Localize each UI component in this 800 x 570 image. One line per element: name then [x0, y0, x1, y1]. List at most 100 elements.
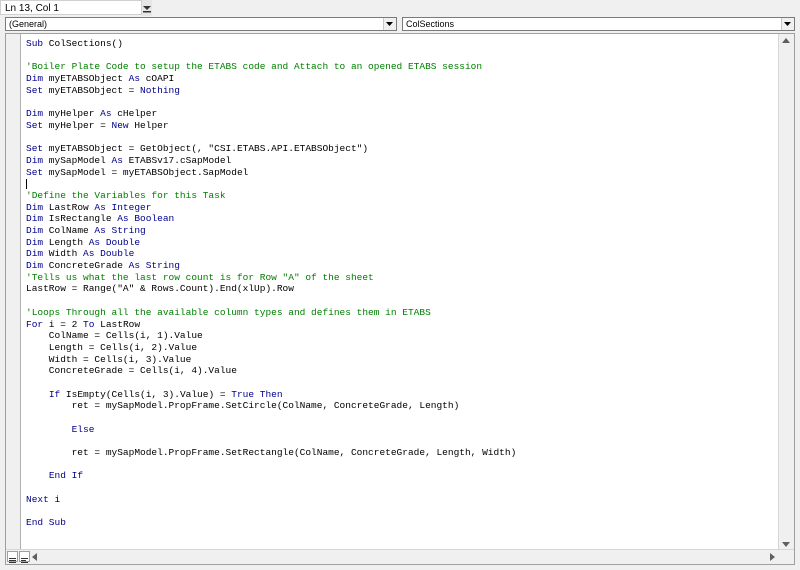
keyword-token: True Then [231, 388, 283, 400]
object-dropdown-arrow[interactable] [383, 18, 396, 30]
horizontal-scrollbar[interactable] [6, 549, 794, 564]
code-line[interactable]: Dim mySapModel As ETABSv17.cSapModel [26, 155, 781, 167]
code-line[interactable]: End Sub [26, 517, 781, 529]
code-line[interactable] [26, 459, 781, 471]
code-line[interactable]: 'Loops Through all the available column … [26, 307, 781, 319]
chevron-down-icon [386, 22, 393, 26]
procedure-dropdown-arrow[interactable] [781, 18, 794, 30]
code-line[interactable]: ColName = Cells(i, 1).Value [26, 330, 781, 342]
keyword-token: Dim [26, 108, 44, 120]
code-line[interactable]: Set myHelper = New Helper [26, 120, 781, 132]
code-token: ColName = Cells(i, 1).Value [26, 330, 203, 342]
code-line[interactable]: Dim ConcreteGrade As String [26, 260, 781, 272]
code-line[interactable]: Length = Cells(i, 2).Value [26, 342, 781, 354]
code-line[interactable]: 'Define the Variables for this Task [26, 190, 781, 202]
code-line[interactable]: Dim Width As Double [26, 248, 781, 260]
code-token: Length [43, 236, 89, 248]
code-token: ConcreteGrade = Cells(i, 4).Value [26, 365, 237, 377]
code-line[interactable]: End If [26, 470, 781, 482]
keyword-token: As Integer [94, 201, 152, 213]
chevron-down-icon [143, 6, 151, 13]
code-line[interactable] [26, 412, 781, 424]
code-token: ETABSv17.cSapModel [122, 154, 232, 166]
procedure-dropdown[interactable]: ColSections [402, 17, 795, 31]
code-line[interactable] [26, 506, 781, 518]
code-token: myETABSObject [43, 73, 129, 85]
code-token: ConcreteGrade [43, 260, 129, 272]
code-line[interactable]: Dim myETABSObject As cOAPI [26, 73, 781, 85]
code-token: Width [43, 248, 84, 260]
keyword-token: End Sub [26, 517, 66, 529]
code-token: ColSections() [43, 38, 123, 49]
code-line[interactable]: 'Boiler Plate Code to setup the ETABS co… [26, 61, 781, 73]
code-token: i = 2 [43, 318, 84, 330]
object-dropdown[interactable]: (General) [5, 17, 397, 31]
status-dropdown-button[interactable] [142, 0, 152, 16]
code-pane[interactable]: Sub ColSections() 'Boiler Plate Code to s… [26, 38, 781, 550]
code-line[interactable]: Dim LastRow As Integer [26, 202, 781, 214]
code-token: Helper [128, 119, 169, 131]
code-token: LastRow [94, 318, 141, 330]
code-token: ret = mySapModel.PropFrame.SetCircle(Col… [26, 400, 460, 412]
code-line[interactable]: ret = mySapModel.PropFrame.SetRectangle(… [26, 447, 781, 459]
keyword-token: Dim [26, 201, 44, 213]
code-line[interactable]: Else [26, 424, 781, 436]
code-line[interactable]: If IsEmpty(Cells(i, 3).Value) = True The… [26, 389, 781, 401]
code-line[interactable] [26, 295, 781, 307]
keyword-token: Dim [26, 225, 44, 236]
code-token: myHelper = [43, 119, 112, 131]
code-line[interactable]: LastRow = Range("A" & Rows.Count).End(xl… [26, 283, 781, 295]
code-line[interactable] [26, 482, 781, 494]
code-line[interactable]: Dim IsRectangle As Boolean [26, 213, 781, 225]
code-line[interactable] [26, 96, 781, 108]
code-line[interactable] [26, 435, 781, 447]
comment-token: 'Boiler Plate Code to setup the ETABS co… [26, 61, 483, 73]
code-line[interactable]: Sub ColSections() [26, 38, 781, 50]
margin-indicator-bar[interactable] [6, 34, 21, 552]
code-line[interactable]: For i = 2 To LastRow [26, 319, 781, 331]
scroll-left-icon[interactable] [32, 553, 37, 561]
code-token: cOAPI [140, 73, 175, 85]
text-cursor [26, 178, 27, 189]
scroll-up-icon[interactable] [782, 38, 790, 43]
chevron-down-icon [784, 22, 791, 26]
code-line[interactable] [26, 50, 781, 62]
full-module-view-icon [21, 558, 28, 563]
code-line[interactable]: ret = mySapModel.PropFrame.SetCircle(Col… [26, 400, 781, 412]
keyword-token: Dim [26, 154, 44, 166]
code-line[interactable]: Set myETABSObject = GetObject(, "CSI.ETA… [26, 143, 781, 155]
keyword-token: Dim [26, 213, 44, 225]
procedure-view-button[interactable] [7, 551, 18, 563]
scroll-down-icon[interactable] [782, 542, 790, 547]
code-line[interactable]: 'Tells us what the last row count is for… [26, 272, 781, 284]
code-token: myETABSObject = [43, 84, 141, 96]
code-token: ColName [43, 225, 95, 236]
code-line[interactable]: ConcreteGrade = Cells(i, 4).Value [26, 365, 781, 377]
code-line[interactable]: Dim ColName As String [26, 225, 781, 237]
code-line[interactable]: Set myETABSObject = Nothing [26, 85, 781, 97]
comment-token: 'Tells us what the last row count is for… [26, 271, 374, 283]
keyword-token: Nothing [140, 84, 180, 96]
code-token: mySapModel = myETABSObject.SapModel [43, 166, 249, 178]
vertical-scrollbar[interactable] [778, 34, 794, 551]
keyword-token: As Double [88, 236, 141, 248]
keyword-token: Set [26, 166, 44, 178]
code-line[interactable]: Width = Cells(i, 3).Value [26, 354, 781, 366]
code-line[interactable] [26, 132, 781, 144]
code-line[interactable] [26, 377, 781, 389]
code-editor: Sub ColSections() 'Boiler Plate Code to s… [5, 33, 795, 565]
code-line[interactable] [26, 178, 781, 190]
code-line[interactable]: Dim myHelper As cHelper [26, 108, 781, 120]
cursor-position: Ln 13, Col 1 [0, 0, 142, 15]
scroll-right-icon[interactable] [770, 553, 775, 561]
code-line[interactable]: Set mySapModel = myETABSObject.SapModel [26, 167, 781, 179]
code-line[interactable]: Dim Length As Double [26, 237, 781, 249]
comment-token: 'Define the Variables for this Task [26, 189, 226, 201]
code-line[interactable]: Next i [26, 494, 781, 506]
procedure-dropdown-value: ColSections [406, 19, 455, 29]
keyword-token: Else [71, 423, 95, 435]
full-module-view-button[interactable] [19, 551, 30, 563]
